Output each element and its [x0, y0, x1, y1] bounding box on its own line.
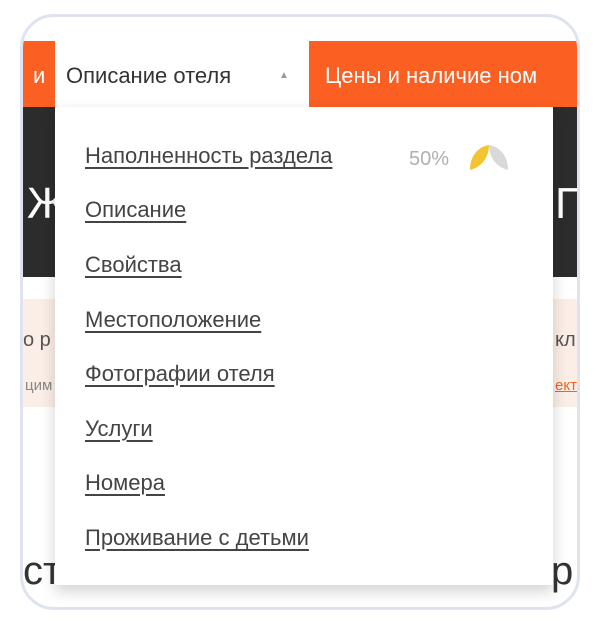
- caret-up-icon[interactable]: ▲: [279, 70, 289, 81]
- tab-prices-availability[interactable]: Цены и наличие ном: [325, 63, 537, 89]
- menu-item-stay-with-children[interactable]: Проживание с детьми: [85, 525, 309, 551]
- menu-link-rooms[interactable]: Номера: [85, 470, 165, 495]
- notice-text-right: кл: [555, 329, 576, 351]
- menu-link-completeness[interactable]: Наполненность раздела: [85, 143, 332, 168]
- menu-item-completeness[interactable]: Наполненность раздела: [85, 143, 332, 169]
- menu-item-description[interactable]: Описание: [85, 197, 186, 223]
- menu-link-stay-with-children[interactable]: Проживание с детьми: [85, 525, 309, 550]
- nav-tab-previous[interactable]: и: [33, 63, 45, 89]
- menu-item-hotel-photos[interactable]: Фотографии отеля: [85, 361, 275, 387]
- completion-percent: 50%: [409, 148, 450, 170]
- menu-link-description[interactable]: Описание: [85, 197, 186, 222]
- hotel-description-dropdown: Наполненность раздела Описание Свойства …: [55, 107, 553, 585]
- menu-link-location[interactable]: Местоположение: [85, 307, 261, 332]
- notice-link-right[interactable]: екто: [555, 377, 577, 394]
- screenshot-frame: и Описание отеля ▲ Цены и наличие ном Ж …: [20, 14, 580, 610]
- menu-link-properties[interactable]: Свойства: [85, 252, 182, 277]
- notice-subtext-left: цим: [25, 377, 53, 394]
- section-heading-fragment-right: р: [551, 549, 574, 593]
- menu-item-properties[interactable]: Свойства: [85, 252, 182, 278]
- notice-text-left: о р: [23, 329, 51, 351]
- menu-link-hotel-photos[interactable]: Фотографии отеля: [85, 361, 275, 386]
- menu-item-services[interactable]: Услуги: [85, 416, 153, 442]
- half-leaf-icon: [470, 145, 508, 170]
- menu-item-location[interactable]: Местоположение: [85, 307, 261, 333]
- menu-item-rooms[interactable]: Номера: [85, 470, 165, 496]
- menu-link-services[interactable]: Услуги: [85, 416, 153, 441]
- tab-hotel-description-label[interactable]: Описание отеля: [66, 63, 231, 89]
- page-title-fragment-right: П: [555, 179, 577, 229]
